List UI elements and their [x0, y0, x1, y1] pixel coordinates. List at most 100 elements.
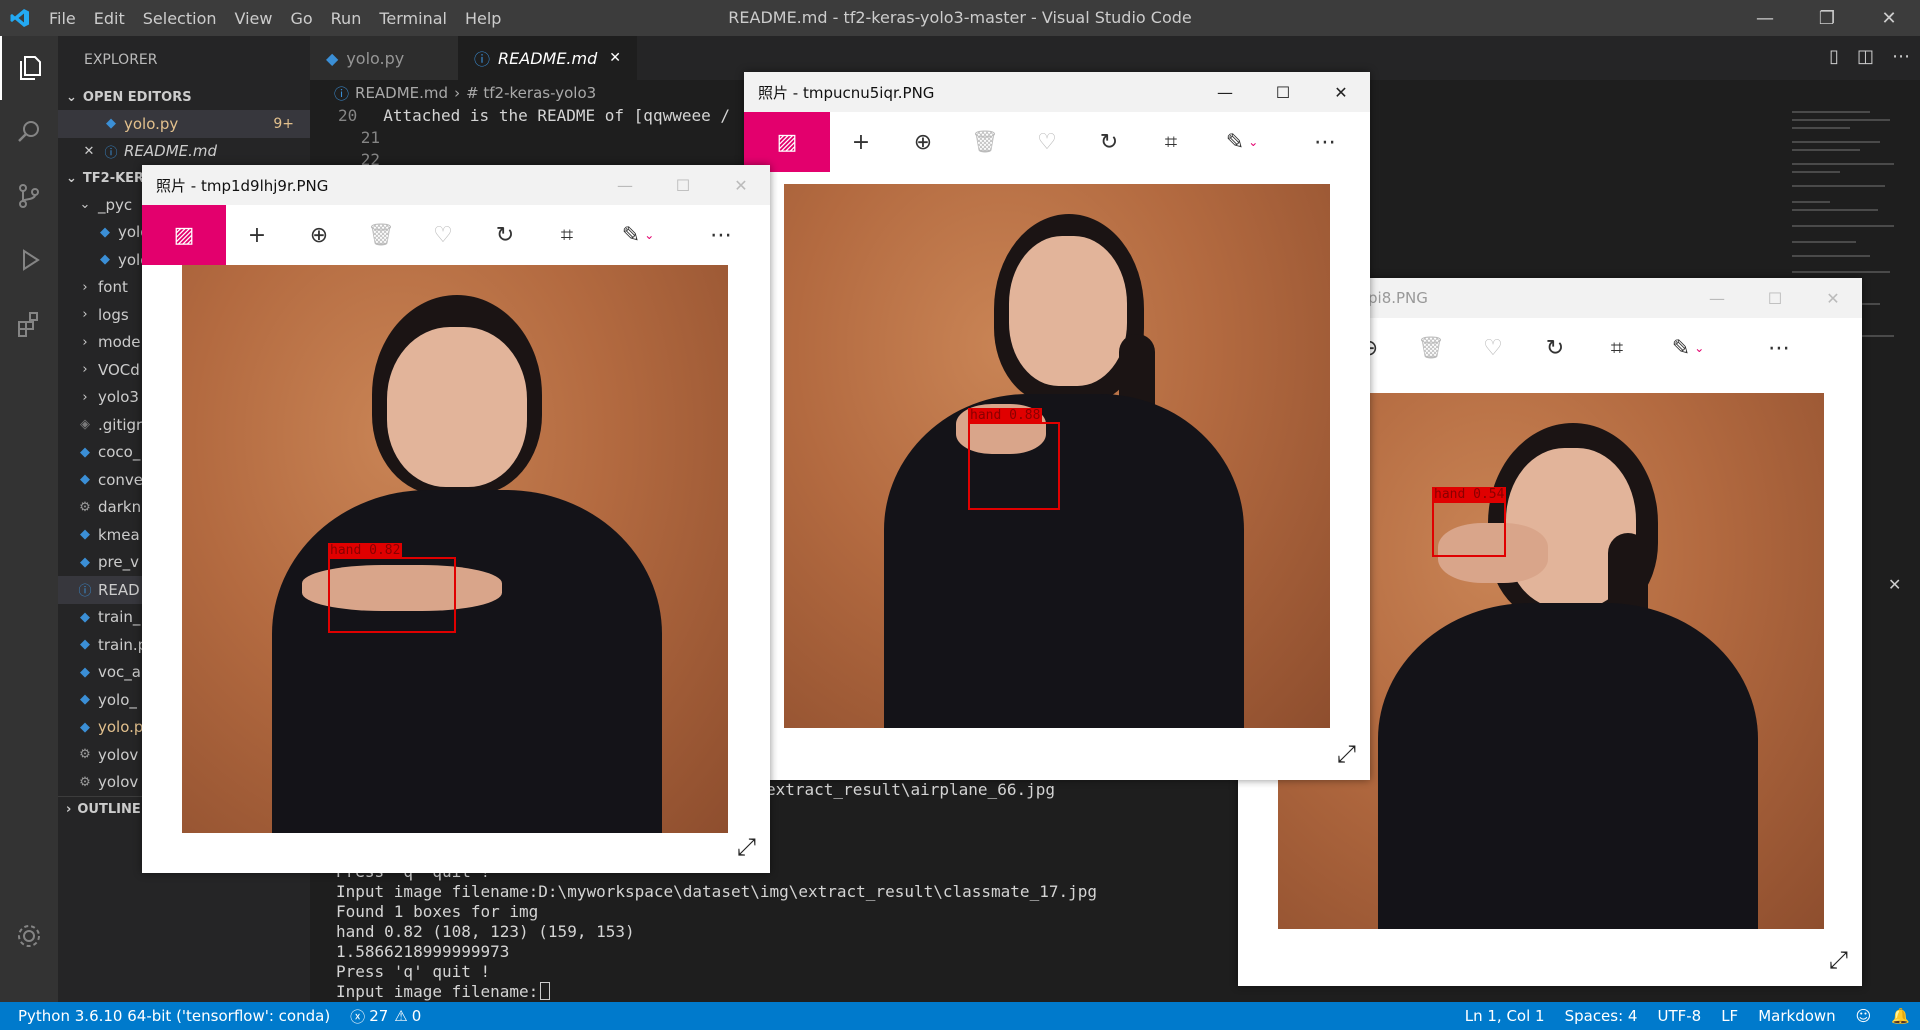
encoding[interactable]: UTF-8 — [1647, 1007, 1711, 1025]
terminal-line: Press 'q' quit ! — [336, 962, 491, 981]
zoom-icon[interactable]: ⊕ — [288, 205, 350, 265]
source-control-icon[interactable] — [0, 164, 58, 228]
photo-view-icon[interactable]: ▨ — [744, 112, 830, 172]
delete-icon[interactable]: 🗑 — [350, 205, 412, 265]
photo-image: hand 0.82 — [182, 265, 728, 833]
minimize-button[interactable]: — — [1688, 278, 1746, 318]
panel-close-button[interactable]: ✕ — [1888, 575, 1901, 594]
breadcrumb: ⓘ README.md › # tf2-keras-yolo3 — [310, 80, 596, 106]
fullscreen-icon[interactable]: ⤢ — [1829, 946, 1848, 974]
terminal-line: 1.5866218999999973 — [336, 942, 510, 961]
photos-window-2[interactable]: 照片 - tmpucnu5iqr.PNG — ☐ ✕ ▨ + ⊕ 🗑 ♡ ↻ ⌗ ✎… — [744, 72, 1370, 780]
more-options-icon[interactable]: ⋯ — [690, 205, 752, 265]
open-editor-yolo-py[interactable]: ◆ yolo.py 9+ — [58, 110, 310, 138]
python-file-icon: ◆ — [80, 637, 90, 653]
close-button[interactable]: ✕ — [1804, 278, 1862, 318]
fullscreen-icon[interactable]: ⤢ — [737, 833, 756, 861]
delete-icon[interactable]: 🗑 — [954, 112, 1016, 172]
maximize-button[interactable]: ☐ — [1746, 278, 1804, 318]
vscode-logo-icon — [0, 0, 40, 36]
extensions-icon[interactable] — [0, 292, 58, 356]
problems-indicator[interactable]: ⓧ 27 ⚠ 0 — [350, 1006, 421, 1027]
more-actions-icon[interactable]: ⋯ — [1892, 46, 1910, 67]
python-file-icon: ◆ — [80, 527, 90, 543]
close-icon[interactable]: ✕ — [80, 144, 98, 159]
file-tree-label: yolo_ — [98, 690, 137, 709]
fullscreen-icon[interactable]: ⤢ — [1337, 740, 1356, 768]
favorite-heart-icon[interactable]: ♡ — [1462, 318, 1524, 378]
crop-icon[interactable]: ⌗ — [1586, 318, 1648, 378]
minimize-button[interactable]: — — [596, 165, 654, 205]
rotate-icon[interactable]: ↻ — [474, 205, 536, 265]
file-tree-label: logs — [98, 305, 129, 324]
python-interpreter[interactable]: Python 3.6.10 64-bit ('tensorflow': cond… — [0, 1007, 330, 1025]
edit-draw-icon[interactable]: ✎ ⌄ — [1202, 112, 1282, 172]
menu-help[interactable]: Help — [456, 9, 510, 28]
file-tree-label: train_ — [98, 608, 141, 627]
crop-icon[interactable]: ⌗ — [536, 205, 598, 265]
explorer-icon[interactable] — [0, 36, 58, 100]
language-mode[interactable]: Markdown — [1748, 1007, 1845, 1025]
tab-yolo-py[interactable]: ◆ yolo.py — [310, 36, 458, 80]
open-editor-readme[interactable]: ✕ ⓘ README.md — [58, 138, 310, 166]
terminal-line: Input image filename:D:\myworkspace\data… — [336, 882, 1097, 901]
add-icon[interactable]: + — [226, 205, 288, 265]
photo-view-icon[interactable]: ▨ — [142, 205, 226, 265]
close-button[interactable]: ✕ — [712, 165, 770, 205]
menu-view[interactable]: View — [226, 9, 282, 28]
tab-readme[interactable]: ⓘ README.md ✕ — [458, 36, 637, 80]
open-editors-section[interactable]: ⌄ OPEN EDITORS — [58, 84, 310, 110]
config-file-icon: ⚙ — [79, 747, 91, 763]
breadcrumb-file[interactable]: README.md — [355, 84, 448, 102]
menu-go[interactable]: Go — [281, 9, 321, 28]
chevron-down-icon: ⌄ — [1694, 341, 1705, 355]
tab-close-button[interactable]: ✕ — [609, 50, 621, 66]
settings-gear-icon[interactable] — [0, 904, 58, 968]
notifications-bell-icon[interactable]: 🔔 — [1881, 1007, 1920, 1025]
delete-icon[interactable]: 🗑 — [1400, 318, 1462, 378]
close-button[interactable]: ✕ — [1858, 0, 1920, 36]
open-preview-icon[interactable]: ▯ — [1829, 46, 1839, 67]
line-number: 20 — [337, 106, 358, 125]
indentation[interactable]: Spaces: 4 — [1555, 1007, 1648, 1025]
info-icon: ⓘ — [474, 50, 491, 69]
more-options-icon[interactable]: ⋯ — [1294, 112, 1356, 172]
feedback-icon[interactable]: ☺ — [1846, 1007, 1882, 1025]
minimize-button[interactable]: — — [1734, 0, 1796, 36]
add-icon[interactable]: + — [830, 112, 892, 172]
rotate-icon[interactable]: ↻ — [1078, 112, 1140, 172]
python-file-icon: ◆ — [106, 116, 116, 132]
favorite-heart-icon[interactable]: ♡ — [1016, 112, 1078, 172]
cursor-position[interactable]: Ln 1, Col 1 — [1455, 1007, 1555, 1025]
breadcrumb-section[interactable]: # tf2-keras-yolo3 — [466, 84, 596, 102]
detection-label: hand 0.54 — [1432, 487, 1507, 502]
split-editor-icon[interactable]: ◫ — [1857, 46, 1874, 67]
chevron-right-icon: › — [66, 802, 72, 817]
edit-draw-icon[interactable]: ✎ ⌄ — [1648, 318, 1728, 378]
favorite-heart-icon[interactable]: ♡ — [412, 205, 474, 265]
maximize-button[interactable]: ☐ — [654, 165, 712, 205]
crop-icon[interactable]: ⌗ — [1140, 112, 1202, 172]
python-file-icon: ◆ — [80, 692, 90, 708]
menu-selection[interactable]: Selection — [134, 9, 226, 28]
maximize-button[interactable]: ☐ — [1254, 72, 1312, 112]
python-file-icon: ◆ — [326, 48, 339, 68]
menu-edit[interactable]: Edit — [85, 9, 134, 28]
end-of-line[interactable]: LF — [1711, 1007, 1748, 1025]
code-view[interactable]: 20 Attached is the README of [qqwweee / 2… — [310, 106, 730, 172]
menu-run[interactable]: Run — [322, 9, 371, 28]
zoom-icon[interactable]: ⊕ — [892, 112, 954, 172]
photos-window-1[interactable]: 照片 - tmp1d9lhj9r.PNG — ☐ ✕ ▨ + ⊕ 🗑 ♡ ↻ ⌗ ✎… — [142, 165, 770, 873]
maximize-button[interactable]: ❐ — [1796, 0, 1858, 36]
rotate-icon[interactable]: ↻ — [1524, 318, 1586, 378]
minimize-button[interactable]: — — [1196, 72, 1254, 112]
status-bar: Python 3.6.10 64-bit ('tensorflow': cond… — [0, 1002, 1920, 1030]
menu-file[interactable]: File — [40, 9, 85, 28]
search-icon[interactable] — [0, 100, 58, 164]
edit-draw-icon[interactable]: ✎ ⌄ — [598, 205, 678, 265]
menu-terminal[interactable]: Terminal — [370, 9, 456, 28]
close-button[interactable]: ✕ — [1312, 72, 1370, 112]
more-options-icon[interactable]: ⋯ — [1748, 318, 1810, 378]
open-editor-label: yolo.py — [124, 114, 179, 133]
run-debug-icon[interactable] — [0, 228, 58, 292]
